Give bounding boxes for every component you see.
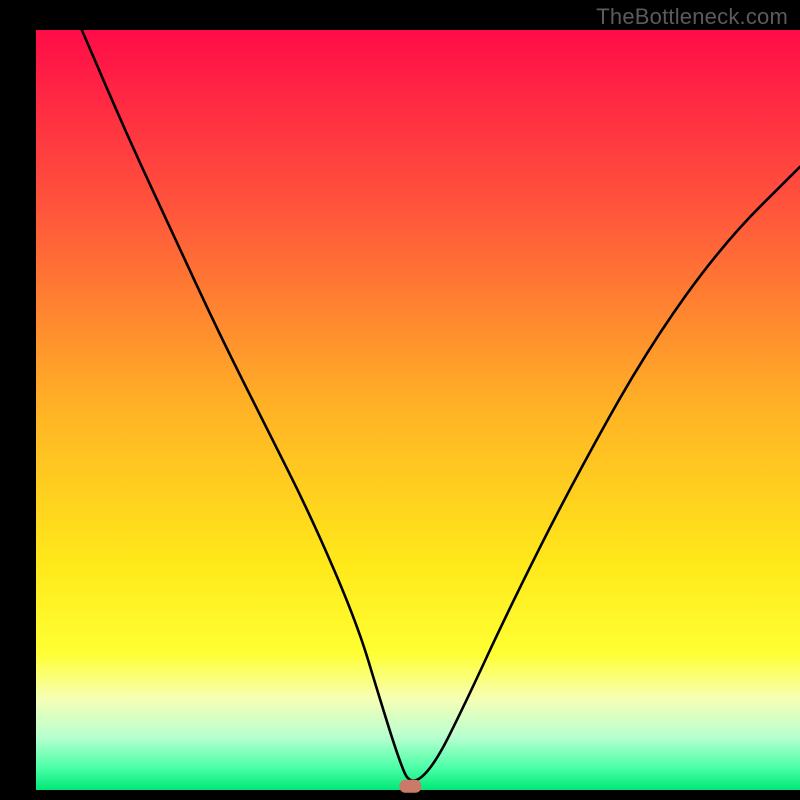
chart-container: TheBottleneck.com <box>0 0 800 800</box>
watermark-text: TheBottleneck.com <box>596 4 788 30</box>
bottleneck-chart <box>0 0 800 800</box>
optimal-marker <box>399 780 421 793</box>
plot-background <box>36 30 800 790</box>
